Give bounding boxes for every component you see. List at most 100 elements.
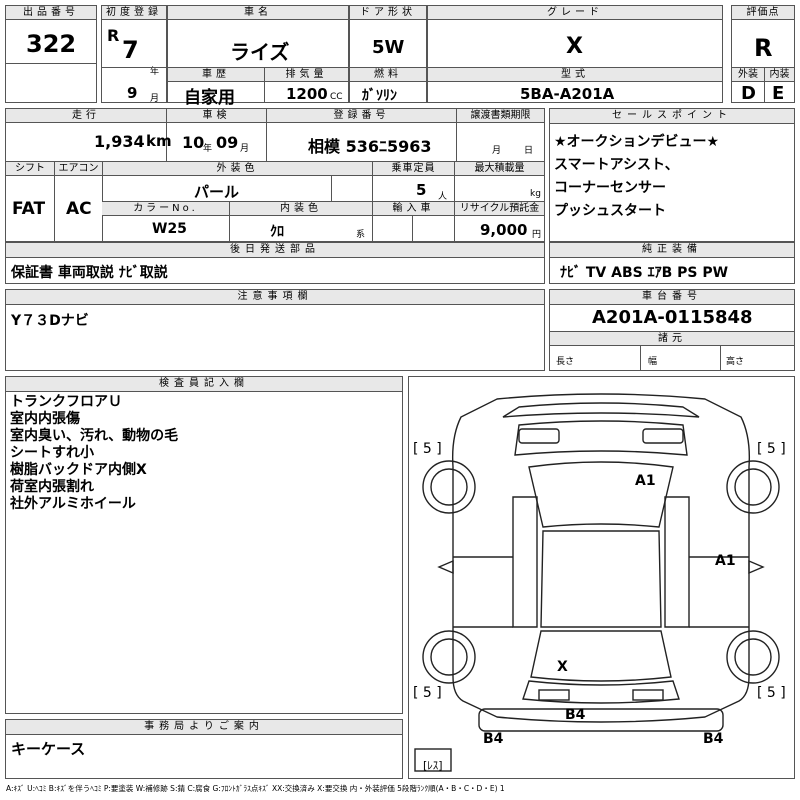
grade-label: グレード: [428, 6, 722, 20]
era: R: [107, 26, 120, 45]
less-label: [ﾚｽ]: [423, 759, 443, 772]
chassis-box: 車台番号 A201A-0115848 諸元 長さ 幅 高さ: [549, 289, 795, 371]
sales-point: コーナーセンサー: [554, 180, 666, 196]
shift: FAT: [12, 199, 46, 219]
interior-label: 内装: [764, 68, 794, 82]
chassis-number: A201A-0115848: [592, 307, 753, 328]
office-note: キーケース: [11, 740, 86, 758]
fuel: ｶﾞｿﾘﾝ: [362, 88, 397, 104]
color-no-label: カラーNo.: [102, 202, 229, 216]
ext-color: パール: [194, 183, 240, 201]
inspector-note: 室内内張傷: [10, 411, 80, 427]
legend: A:ｷｽﾞ U:ﾍｺﾐ B:ｷｽﾞを伴うﾍｺﾐ P:要塗装 W:補修跡 S:錆 …: [6, 784, 505, 793]
notes-box: 注意事項欄 Y７３Dナビ: [5, 289, 545, 371]
displacement-label: 排気量: [264, 68, 348, 82]
dims-label: 諸元: [550, 332, 794, 346]
lot-number: 322: [26, 30, 77, 58]
details-box: 走行 車検 登録番号 譲渡書類期限 1,934 km 10 年 09 月 相模 …: [5, 108, 545, 242]
tire-mark-rear-left: [ 5 ]: [413, 685, 442, 701]
transfer-label: 譲渡書類期限: [456, 109, 544, 123]
sales-point: スマートアシスト、: [554, 157, 679, 173]
ext-color-label: 外装色: [102, 162, 372, 176]
lot-number-label: 出品番号: [6, 6, 96, 20]
year-unit: 年: [150, 67, 160, 77]
door-label: ドア形状: [350, 6, 426, 20]
genuine-equipment-box: 純正装備 ﾅﾋﾞ TV ABS ｴｱB PS PW: [549, 242, 795, 284]
int-color: ｸﾛ: [270, 224, 284, 240]
score-box: 評価点 R 外装 内装 D E: [731, 5, 795, 104]
later-parts-box: 後日発送部品 保証書 車両取説 ﾅﾋﾞ取説: [5, 242, 545, 284]
grade-box: グレード X 型式 5BA-A201A: [427, 5, 723, 103]
length-label: 長さ: [556, 357, 575, 367]
exterior-score: D: [741, 83, 756, 104]
plate-label: 登録番号: [266, 109, 456, 123]
office-label: 事務局よりご案内: [6, 720, 402, 735]
inspection-month-unit: 月: [240, 144, 250, 154]
ac-label: エアコン: [54, 162, 102, 176]
inspector-note: シートすれ小: [10, 445, 94, 461]
damage-mark-tailgate: X: [557, 659, 568, 675]
car-diagram-box: [ 5 ] [ 5 ] [ 5 ] [ 5 ] A1 A1 X B4 B4 B4…: [408, 376, 795, 779]
transfer-day: 日: [524, 146, 534, 156]
notes-label: 注意事項欄: [6, 290, 544, 305]
inspection-label: 車検: [166, 109, 266, 123]
ac: AC: [66, 199, 92, 219]
car-name-box: 車名 ライズ 車歴 排気量 自家用 1200 CC: [167, 5, 349, 108]
max-load-unit: kg: [530, 189, 541, 199]
office-box: 事務局よりご案内 キーケース: [5, 719, 403, 779]
mileage-label: 走行: [6, 109, 166, 123]
sales-points-label: セールスポイント: [550, 109, 794, 124]
interior-score: E: [772, 83, 785, 104]
inspector-label: 検査員記入欄: [6, 377, 402, 392]
damage-mark-bumper: B4: [565, 707, 586, 723]
capacity-label: 乗車定員: [372, 162, 454, 176]
month-unit: 月: [150, 94, 160, 104]
km-unit: km: [146, 132, 172, 150]
door-box: ドア形状 5W 燃料 ｶﾞｿﾘﾝ: [349, 5, 427, 104]
exterior-label: 外装: [732, 68, 764, 82]
recycle-unit: 円: [532, 230, 542, 240]
damage-mark-roof: A1: [635, 473, 656, 489]
color-no: W25: [152, 221, 187, 237]
recycle-label: リサイクル預託金: [454, 202, 544, 216]
damage-mark-bumper-left: B4: [483, 731, 504, 747]
door: 5W: [372, 37, 405, 58]
grade: X: [566, 34, 583, 59]
cc-unit: CC: [330, 92, 343, 102]
mileage: 1,934: [94, 132, 145, 151]
registration-month: 9: [127, 84, 138, 102]
inspector-note: 荷室内張割れ: [10, 479, 94, 495]
chassis-label: 車台番号: [550, 290, 794, 305]
inspector-note: 樹脂バックドア内側X: [10, 462, 147, 478]
inspector-note: 室内臭い、汚れ、動物の毛: [10, 428, 179, 444]
sales-point: プッシュスタート: [554, 203, 666, 219]
genuine-equipment-label: 純正装備: [550, 243, 794, 258]
overall-score: R: [754, 34, 773, 62]
sales-points-list: ★オークションデビュー★ スマートアシスト、 コーナーセンサー プッシュスタート: [554, 131, 719, 223]
model-label: 型式: [428, 68, 722, 82]
import-label: 輸入車: [372, 202, 454, 216]
notes: Y７３Dナビ: [11, 313, 89, 329]
car-diagram: [414, 393, 780, 772]
displacement: 1200: [286, 85, 328, 103]
inspection-year: 10: [182, 133, 205, 152]
first-registration-label: 初度登録: [102, 6, 166, 20]
fuel-label: 燃料: [350, 68, 426, 82]
capacity: 5: [416, 181, 427, 199]
int-color-unit: 系: [356, 230, 366, 240]
inspection-year-unit: 年: [203, 144, 213, 154]
shift-label: シフト: [6, 162, 54, 176]
inspector-note: トランクフロアＵ: [10, 394, 122, 410]
recycle-deposit: 9,000: [480, 221, 528, 239]
damage-mark-bumper-right: B4: [703, 731, 724, 747]
later-parts: 保証書 車両取説 ﾅﾋﾞ取説: [11, 265, 168, 281]
registration-year: 7: [122, 36, 139, 64]
inspector-box: 検査員記入欄 トランクフロアＵ 室内内張傷 室内臭い、汚れ、動物の毛 シートすれ…: [5, 376, 403, 714]
inspector-notes-list: トランクフロアＵ 室内内張傷 室内臭い、汚れ、動物の毛 シートすれ小 樹脂バック…: [10, 394, 178, 513]
width-label: 幅: [648, 357, 658, 367]
tire-mark-front-right: [ 5 ]: [757, 441, 786, 457]
car-name-label: 車名: [168, 6, 348, 20]
history: 自家用: [184, 88, 235, 108]
transfer-month: 月: [492, 146, 502, 156]
history-label: 車歴: [168, 68, 264, 82]
